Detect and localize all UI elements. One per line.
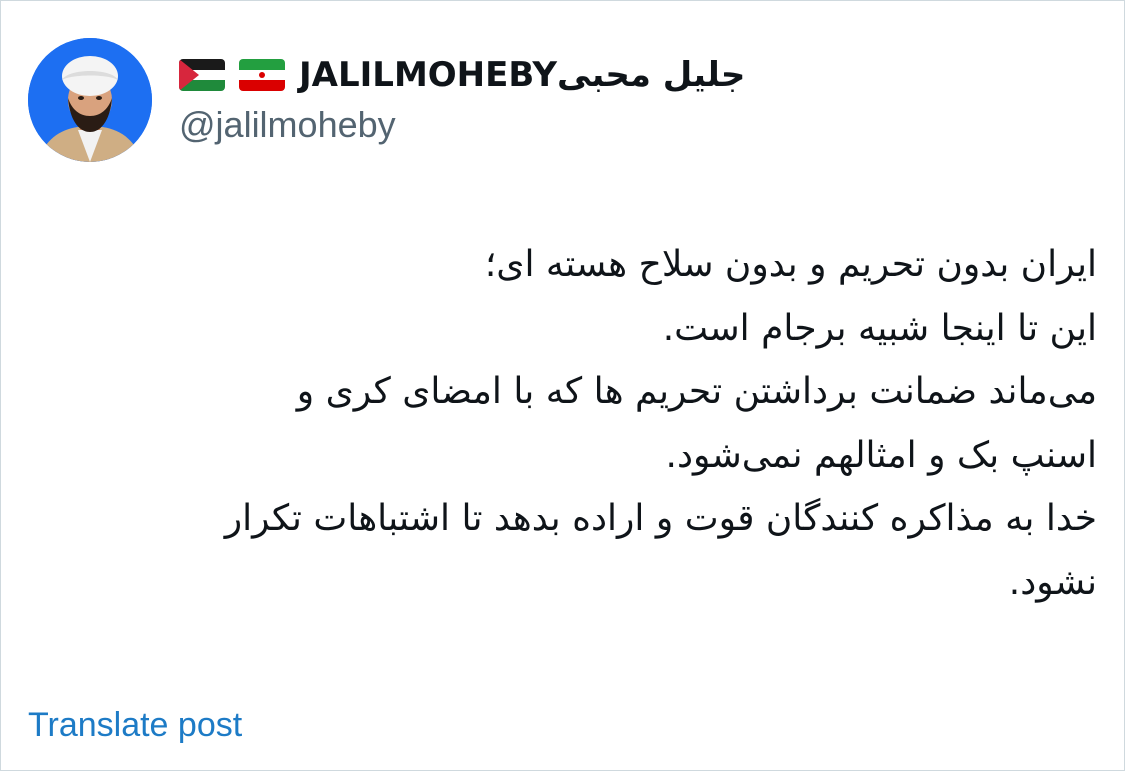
- post-text-line: ایران بدون تحریم و بدون سلاح هسته ای؛: [484, 244, 1097, 285]
- author-display-name[interactable]: جلیل محبیJALILMOHEBY: [299, 51, 745, 99]
- post-text-line: خدا به مذاکره کنندگان قوت و اراده بدهد ت…: [224, 498, 1097, 539]
- avatar[interactable]: [28, 38, 152, 162]
- profile-photo-icon: [28, 38, 152, 162]
- author-name-row: جلیل محبیJALILMOHEBY: [179, 51, 745, 99]
- translate-post-link[interactable]: Translate post: [28, 701, 242, 749]
- palestine-flag-icon: [179, 59, 225, 91]
- post-text: ایران بدون تحریم و بدون سلاح هسته ای؛ ای…: [21, 233, 1097, 614]
- post-text-line: نشود.: [1008, 561, 1097, 603]
- post-card: جلیل محبیJALILMOHEBY @jalilmoheby ایران …: [0, 0, 1125, 771]
- iran-flag-icon: [239, 59, 285, 91]
- post-text-line: می‌ماند ضمانت برداشتن تحریم ها که با امض…: [296, 371, 1097, 412]
- post-text-line: اسنپ بک و امثالهم نمی‌شود.: [665, 434, 1098, 476]
- author-handle[interactable]: @jalilmoheby: [179, 103, 396, 147]
- post-text-line: این تا اینجا شبیه برجام است.: [662, 307, 1097, 349]
